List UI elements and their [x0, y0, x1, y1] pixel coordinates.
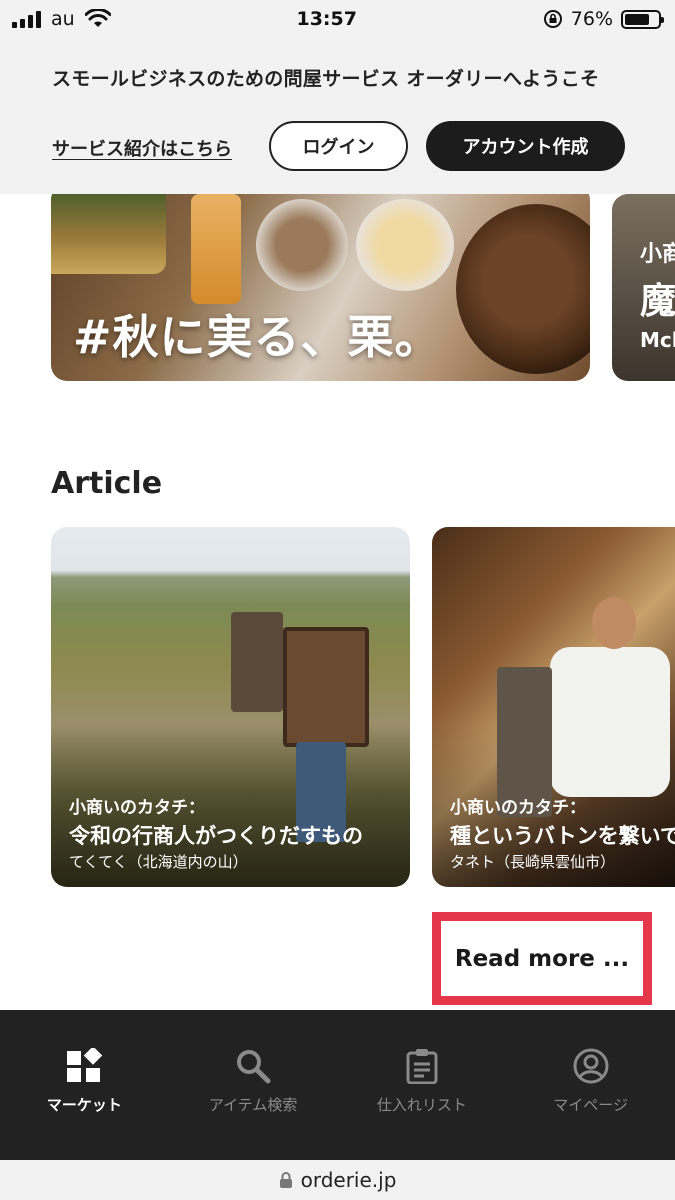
article-photo-figure: [550, 647, 670, 797]
article-meta: てくてく（北海道内の山）: [69, 853, 248, 871]
url-bar[interactable]: orderie.jp: [0, 1160, 675, 1200]
status-left: au: [12, 8, 111, 30]
market-icon: [66, 1048, 103, 1084]
create-account-button[interactable]: アカウント作成: [426, 121, 625, 171]
nav-item-purchase-list[interactable]: 仕入れリスト: [338, 1010, 507, 1160]
product-photo: [356, 199, 454, 291]
product-photo: [191, 194, 241, 304]
product-photo: [51, 194, 166, 274]
feature-2-line-1: 小商: [640, 242, 675, 267]
feature-card-chestnut[interactable]: #秋に実る、栗。: [51, 194, 590, 381]
article-card-1[interactable]: 小商いのカタチ： 令和の行商人がつくりだすもの てくてく（北海道内の山）: [51, 527, 410, 887]
wifi-icon: [84, 9, 111, 27]
article-title: 令和の行商人がつくりだすもの: [69, 824, 363, 848]
article-card-2[interactable]: 小商いのカタチ： 種というバトンを繋いで タネト（長崎県雲仙市）: [432, 527, 675, 887]
read-more-button[interactable]: Read more ...: [432, 912, 652, 1005]
login-button[interactable]: ログイン: [269, 121, 408, 171]
welcome-header: スモールビジネスのための問屋サービス オーダリーへようこそ サービス紹介はこちら…: [0, 38, 675, 194]
feature-card-2[interactable]: 小商 魔 Mcl: [612, 194, 675, 381]
article-photo-figure: [283, 627, 369, 747]
nav-item-my-page[interactable]: マイページ: [506, 1010, 675, 1160]
service-intro-link[interactable]: サービス紹介はこちら: [52, 135, 232, 161]
nav-label: マイページ: [553, 1096, 628, 1114]
article-subtitle: 小商いのカタチ：: [69, 798, 205, 818]
article-photo-figure: [231, 612, 283, 712]
battery-percent: 76%: [570, 8, 613, 30]
product-photo: [256, 199, 348, 291]
user-icon: [573, 1048, 609, 1084]
feature-2-line-2: 魔: [640, 281, 675, 322]
nav-label: マーケット: [46, 1096, 122, 1114]
bottom-nav: マーケット アイテム検索 仕入れリスト マイページ: [0, 1010, 675, 1160]
feature-2-line-3: Mcl: [640, 328, 675, 352]
feature-carousel: #秋に実る、栗。 小商 魔 Mcl: [0, 194, 675, 382]
article-title: 種というバトンを繋いで: [450, 824, 675, 848]
url-text: orderie.jp: [300, 1168, 397, 1192]
lock-icon: [279, 1172, 292, 1188]
status-right: 76%: [543, 8, 664, 30]
search-icon: [235, 1048, 271, 1084]
welcome-message: スモールビジネスのための問屋サービス オーダリーへようこそ: [52, 68, 600, 90]
battery-level: [625, 13, 650, 25]
clock: 13:57: [296, 8, 357, 30]
nav-label: 仕入れリスト: [376, 1096, 467, 1114]
nav-item-market[interactable]: マーケット: [0, 1010, 169, 1160]
feature-title: #秋に実る、栗。: [73, 310, 442, 364]
article-photo-figure: [592, 597, 636, 649]
rotation-lock-icon: [543, 10, 562, 28]
status-bar: au 13:57 76%: [0, 0, 675, 38]
cellular-signal-icon: [12, 10, 41, 28]
article-meta: タネト（長崎県雲仙市）: [450, 853, 616, 871]
nav-item-item-search[interactable]: アイテム検索: [169, 1010, 338, 1160]
nav-label: アイテム検索: [208, 1096, 298, 1114]
product-photo: [456, 204, 590, 374]
carrier-name: au: [51, 8, 75, 30]
clipboard-icon: [404, 1048, 440, 1084]
article-subtitle: 小商いのカタチ：: [450, 798, 586, 818]
article-section-title: Article: [51, 466, 163, 501]
battery-icon: [621, 9, 664, 29]
